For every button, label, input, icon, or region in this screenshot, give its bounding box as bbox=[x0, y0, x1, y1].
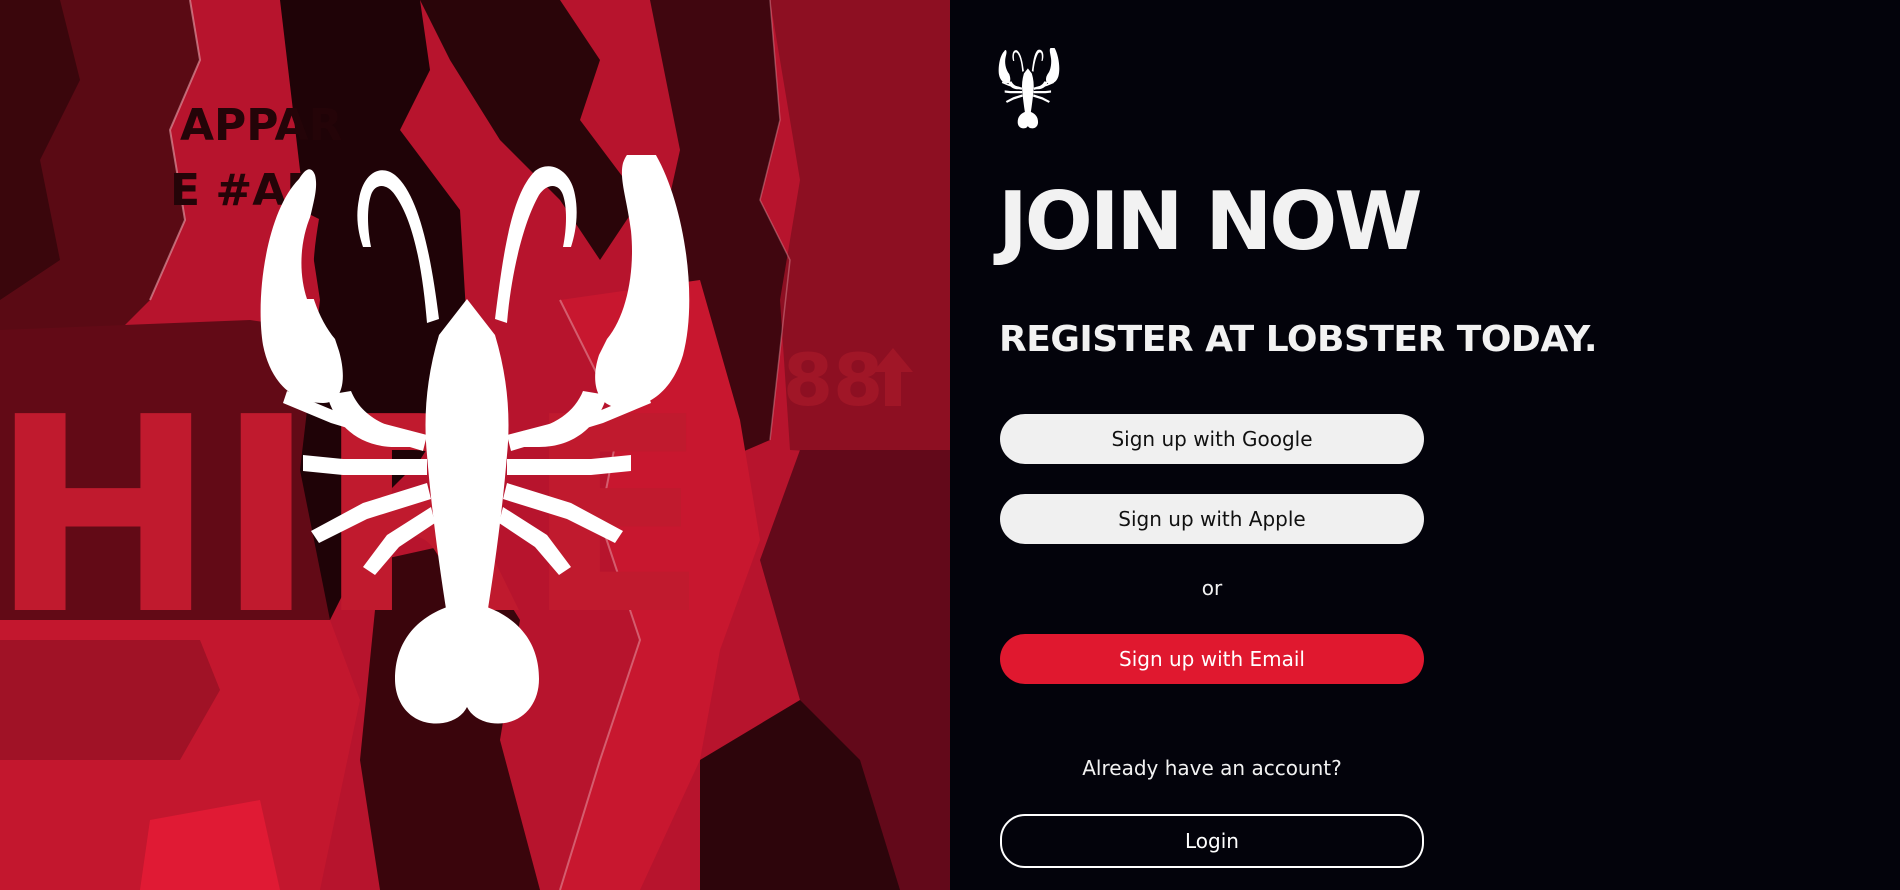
signup-page: APPAR E #AP HIRE 88 JOIN NOW REGISTER AT… bbox=[0, 0, 1900, 890]
page-title: JOIN NOW bbox=[998, 175, 1423, 268]
poster-text-1: APPAR bbox=[180, 100, 342, 151]
poster-number: 88 bbox=[783, 338, 883, 422]
google-signup-button[interactable]: Sign up with Google bbox=[1000, 414, 1424, 464]
already-have-account-text: Already have an account? bbox=[1082, 756, 1342, 780]
login-button[interactable]: Login bbox=[1000, 814, 1424, 868]
email-signup-button[interactable]: Sign up with Email bbox=[1000, 634, 1424, 684]
lobster-hero-icon bbox=[260, 155, 690, 724]
hero-panel: APPAR E #AP HIRE 88 bbox=[0, 0, 950, 890]
page-subtitle: REGISTER AT LOBSTER TODAY. bbox=[999, 319, 1598, 360]
apple-signup-button[interactable]: Sign up with Apple bbox=[1000, 494, 1424, 544]
or-divider: or bbox=[1201, 576, 1223, 600]
lobster-logo-icon bbox=[998, 48, 1060, 129]
